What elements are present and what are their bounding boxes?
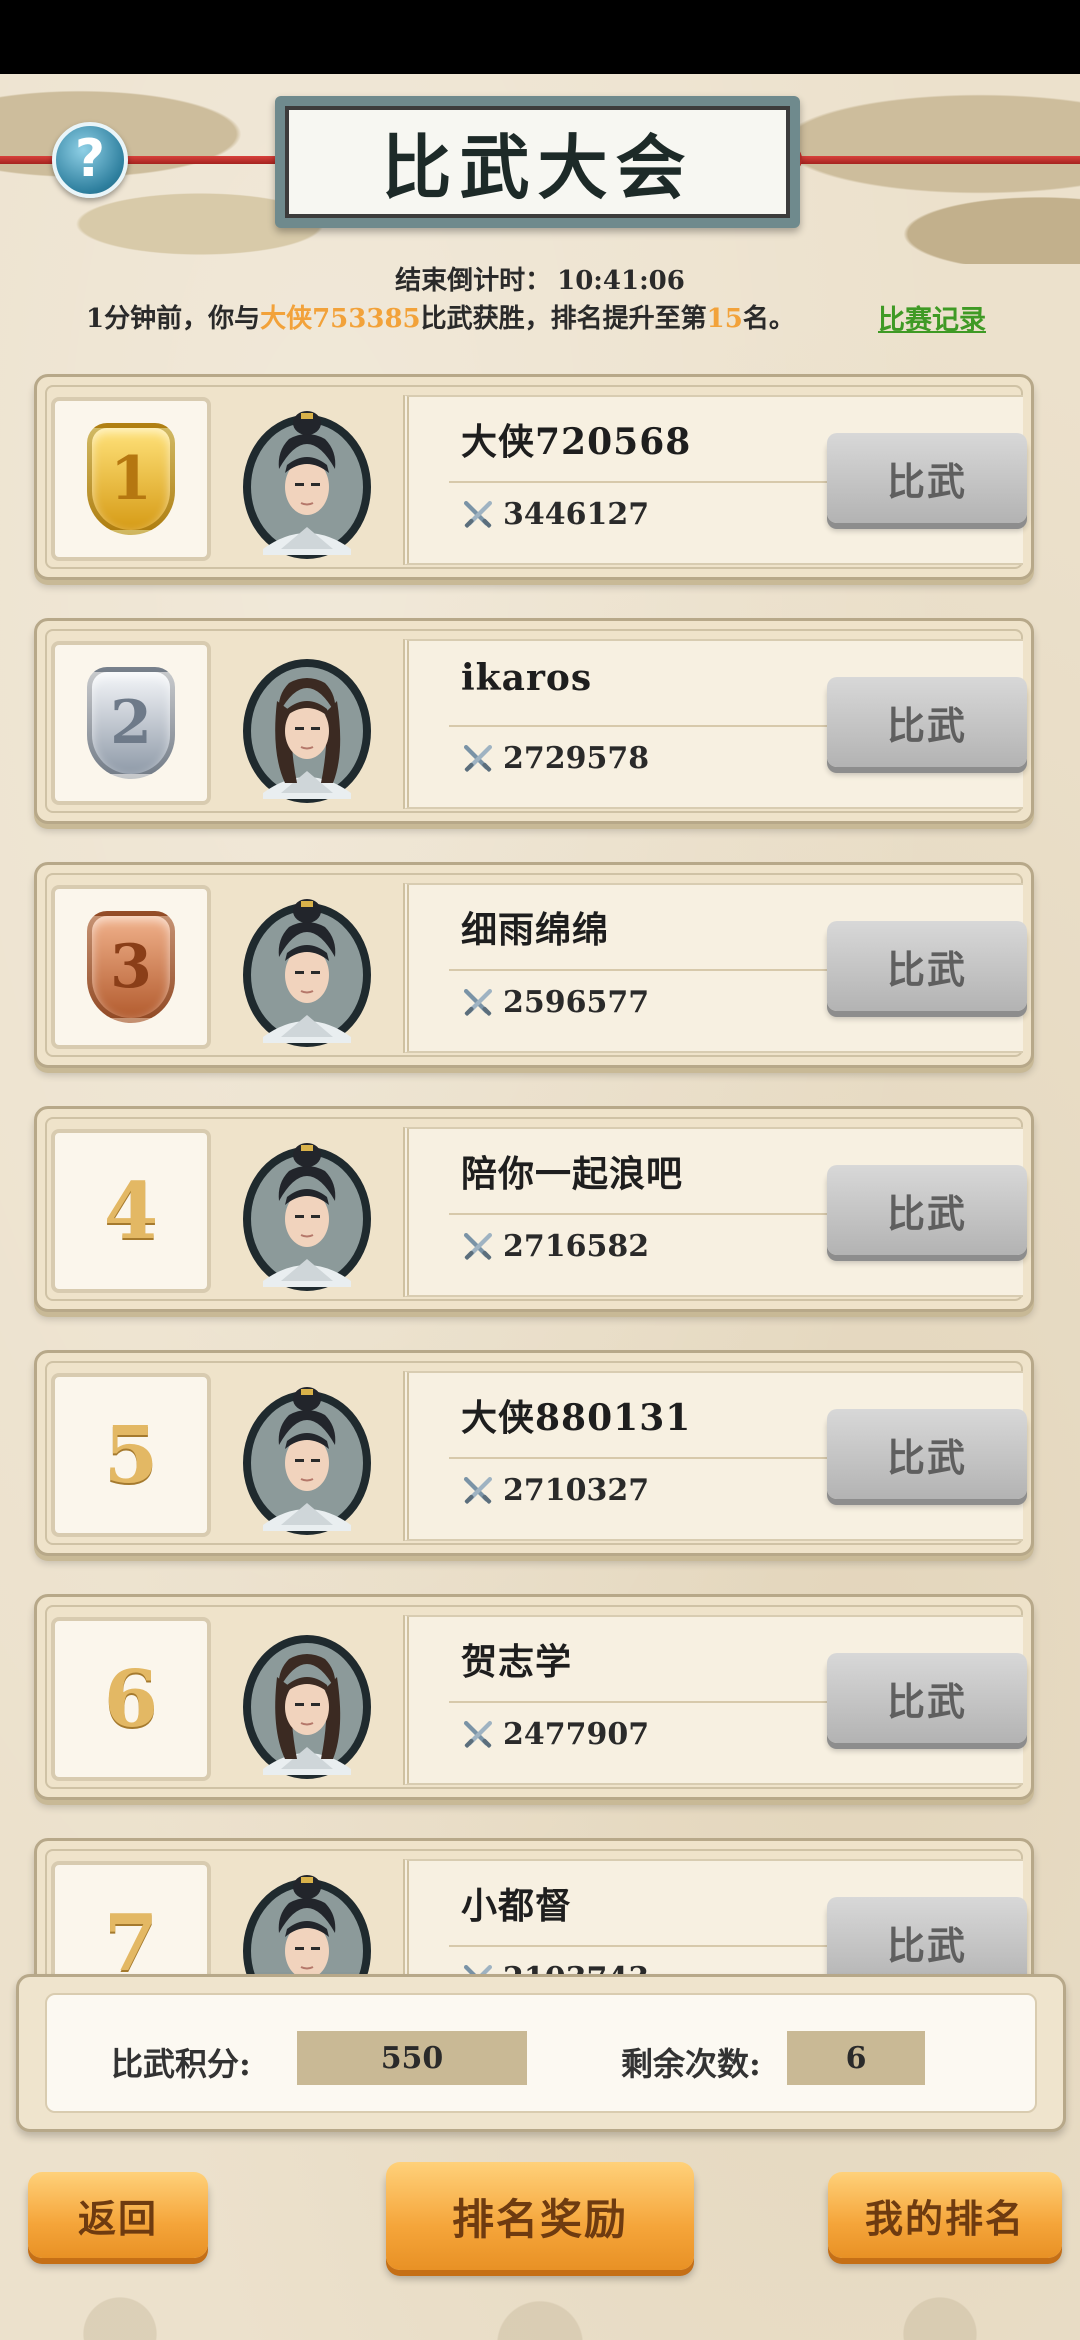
crossed-swords-icon <box>461 1474 495 1508</box>
player-row: 6 贺志学 2477907 比武 <box>34 1594 1034 1800</box>
divider <box>449 1701 869 1703</box>
news-suffix: 名。 <box>742 304 795 334</box>
page-title: 比武大会 <box>285 106 790 218</box>
rank-box: 4 <box>51 1129 211 1293</box>
player-name: 小都督 <box>461 1885 573 1927</box>
player-row: 5 大侠880131 2710327 比武 <box>34 1350 1034 1556</box>
my-rank-button[interactable]: 我的排名 <box>828 2172 1062 2258</box>
power-value: 2477907 <box>503 1717 650 1752</box>
remaining-value: 6 <box>787 2031 925 2085</box>
news-rank: 15 <box>706 304 743 334</box>
player-name: 陪你一起浪吧 <box>461 1153 684 1195</box>
challenge-button[interactable]: 比武 <box>827 433 1027 523</box>
challenge-button[interactable]: 比武 <box>827 677 1027 767</box>
rank-box: 2 <box>51 641 211 805</box>
crossed-swords-icon <box>461 742 495 776</box>
help-icon[interactable]: ? <box>52 122 128 198</box>
player-row: 3 细雨绵绵 2596577 比武 <box>34 862 1034 1068</box>
hero-avatar-icon[interactable] <box>241 887 373 1047</box>
challenge-button[interactable]: 比武 <box>827 1409 1027 1499</box>
stats-inner: 比武积分: 550 剩余次数: 6 <box>45 1993 1037 2113</box>
rank-medal-icon: 2 <box>87 667 175 779</box>
crossed-swords-icon <box>461 1230 495 1264</box>
score-value: 550 <box>297 2031 527 2085</box>
crossed-swords-icon <box>461 498 495 532</box>
crossed-swords-icon <box>461 986 495 1020</box>
rank-number: 4 <box>103 1165 159 1257</box>
combat-power: 2710327 <box>461 1473 649 1508</box>
power-value: 2716582 <box>503 1229 650 1264</box>
rope-decoration-left <box>0 156 300 164</box>
title-plaque: 比武大会 <box>275 96 800 228</box>
remaining-label: 剩余次数: <box>621 2045 761 2083</box>
rope-decoration-right <box>780 156 1080 164</box>
back-button[interactable]: 返回 <box>28 2172 208 2258</box>
rank-number: 5 <box>103 1409 159 1501</box>
stats-panel: 比武积分: 550 剩余次数: 6 <box>16 1974 1066 2132</box>
combat-power: 2596577 <box>461 985 649 1020</box>
news-prefix: 1分钟前，你与 <box>86 304 261 334</box>
combat-power: 2716582 <box>461 1229 649 1264</box>
ranking-list[interactable]: 1 大侠720568 3446127 比武 2 ikaros 2729578 比武 3 细雨绵绵 2… <box>0 364 1080 2040</box>
hero-avatar-icon[interactable] <box>241 1131 373 1291</box>
divider <box>449 969 869 971</box>
rank-medal-icon: 3 <box>87 911 175 1023</box>
challenge-button[interactable]: 比武 <box>827 1653 1027 1743</box>
divider <box>449 1213 869 1215</box>
player-name: 大侠720568 <box>461 421 692 463</box>
player-row: 2 ikaros 2729578 比武 <box>34 618 1034 824</box>
hero-avatar-icon[interactable] <box>241 643 373 803</box>
score-label: 比武积分: <box>111 2045 251 2083</box>
battle-news: 1分钟前，你与大侠753385比武获胜，排名提升至第15名。 <box>86 298 795 335</box>
power-value: 2710327 <box>503 1473 650 1508</box>
combat-power: 2477907 <box>461 1717 649 1752</box>
rank-medal-icon: 1 <box>87 423 175 535</box>
rank-box: 1 <box>51 397 211 561</box>
news-middle: 比武获胜，排名提升至第 <box>420 304 707 334</box>
news-opponent: 大侠753385 <box>260 304 421 334</box>
divider <box>449 725 869 727</box>
rank-number: 6 <box>103 1653 159 1745</box>
challenge-button[interactable]: 比武 <box>827 921 1027 1011</box>
divider <box>449 1945 869 1947</box>
challenge-button[interactable]: 比武 <box>827 1165 1027 1255</box>
player-name: 大侠880131 <box>461 1397 692 1439</box>
crossed-swords-icon <box>461 1718 495 1752</box>
status-bar <box>0 0 1080 74</box>
countdown-label: 结束倒计时： <box>395 266 552 296</box>
power-value: 3446127 <box>503 497 650 532</box>
player-name: ikaros <box>461 657 593 699</box>
player-row: 4 陪你一起浪吧 2716582 比武 <box>34 1106 1034 1312</box>
player-name: 贺志学 <box>461 1641 573 1683</box>
rank-reward-button[interactable]: 排名奖励 <box>386 2162 694 2270</box>
hero-avatar-icon[interactable] <box>241 1619 373 1779</box>
combat-power: 2729578 <box>461 741 649 776</box>
match-record-link[interactable]: 比赛记录 <box>878 298 986 337</box>
player-name: 细雨绵绵 <box>461 909 610 951</box>
rank-box: 6 <box>51 1617 211 1781</box>
countdown-value: 10:41:06 <box>557 266 685 296</box>
combat-power: 3446127 <box>461 497 649 532</box>
power-value: 2729578 <box>503 741 650 776</box>
hero-avatar-icon[interactable] <box>241 1375 373 1535</box>
rank-box: 3 <box>51 885 211 1049</box>
player-row: 1 大侠720568 3446127 比武 <box>34 374 1034 580</box>
power-value: 2596577 <box>503 985 650 1020</box>
divider <box>449 481 869 483</box>
divider <box>449 1457 869 1459</box>
game-screen: ? 比武大会 结束倒计时： 10:41:06 1分钟前，你与大侠753385比武获… <box>0 74 1080 2340</box>
countdown: 结束倒计时： 10:41:06 <box>0 260 1080 297</box>
rank-box: 5 <box>51 1373 211 1537</box>
hero-avatar-icon[interactable] <box>241 399 373 559</box>
